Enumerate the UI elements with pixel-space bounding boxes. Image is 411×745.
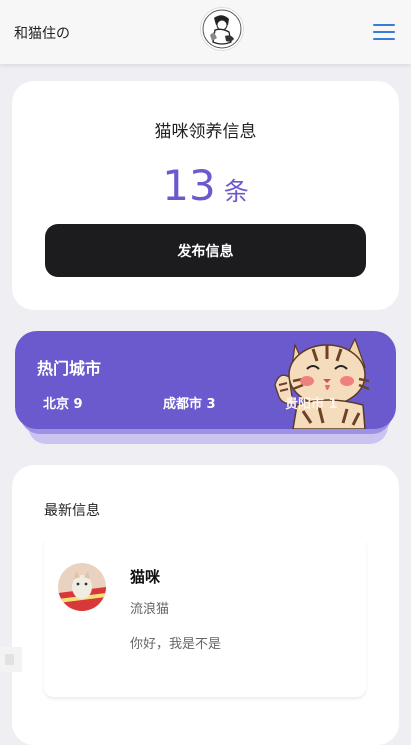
- brand-name[interactable]: 和猫住の: [14, 23, 70, 43]
- stats-count-unit: 条: [223, 177, 249, 206]
- post-item[interactable]: 猫咪 流浪猫 你好，我是不是: [44, 535, 366, 697]
- top-navbar: 和猫住の: [0, 0, 411, 64]
- stats-title: 猫咪领养信息: [154, 122, 257, 142]
- latest-posts-card: 最新信息 猫咪 流浪猫 你好，我是不是: [12, 465, 399, 745]
- stats-count-number: 13: [162, 161, 216, 210]
- hot-cities-card: 热门城市 北京 9 成都市 3 贵阳市 1: [15, 331, 396, 429]
- post-description: 你好，我是不是: [130, 637, 222, 652]
- waving-cat-icon: [274, 337, 370, 429]
- publish-button[interactable]: 发布信息: [45, 224, 366, 277]
- cat-person-logo-icon[interactable]: [200, 7, 244, 51]
- side-float-tab[interactable]: [0, 647, 22, 672]
- post-cat-name: 猫咪: [130, 568, 161, 586]
- hamburger-menu-icon[interactable]: [373, 24, 395, 40]
- cat-avatar: [58, 563, 106, 611]
- city-guiyang[interactable]: 贵阳市 1: [285, 393, 338, 412]
- post-cat-type: 流浪猫: [130, 602, 170, 617]
- hot-cities-title: 热门城市: [37, 359, 102, 378]
- latest-title: 最新信息: [44, 503, 100, 519]
- stats-count: 13 条: [12, 161, 399, 210]
- city-chengdu[interactable]: 成都市 3: [163, 393, 216, 412]
- city-beijing[interactable]: 北京 9: [43, 393, 83, 412]
- adoption-stats-card: 猫咪领养信息 13 条 发布信息: [12, 81, 399, 310]
